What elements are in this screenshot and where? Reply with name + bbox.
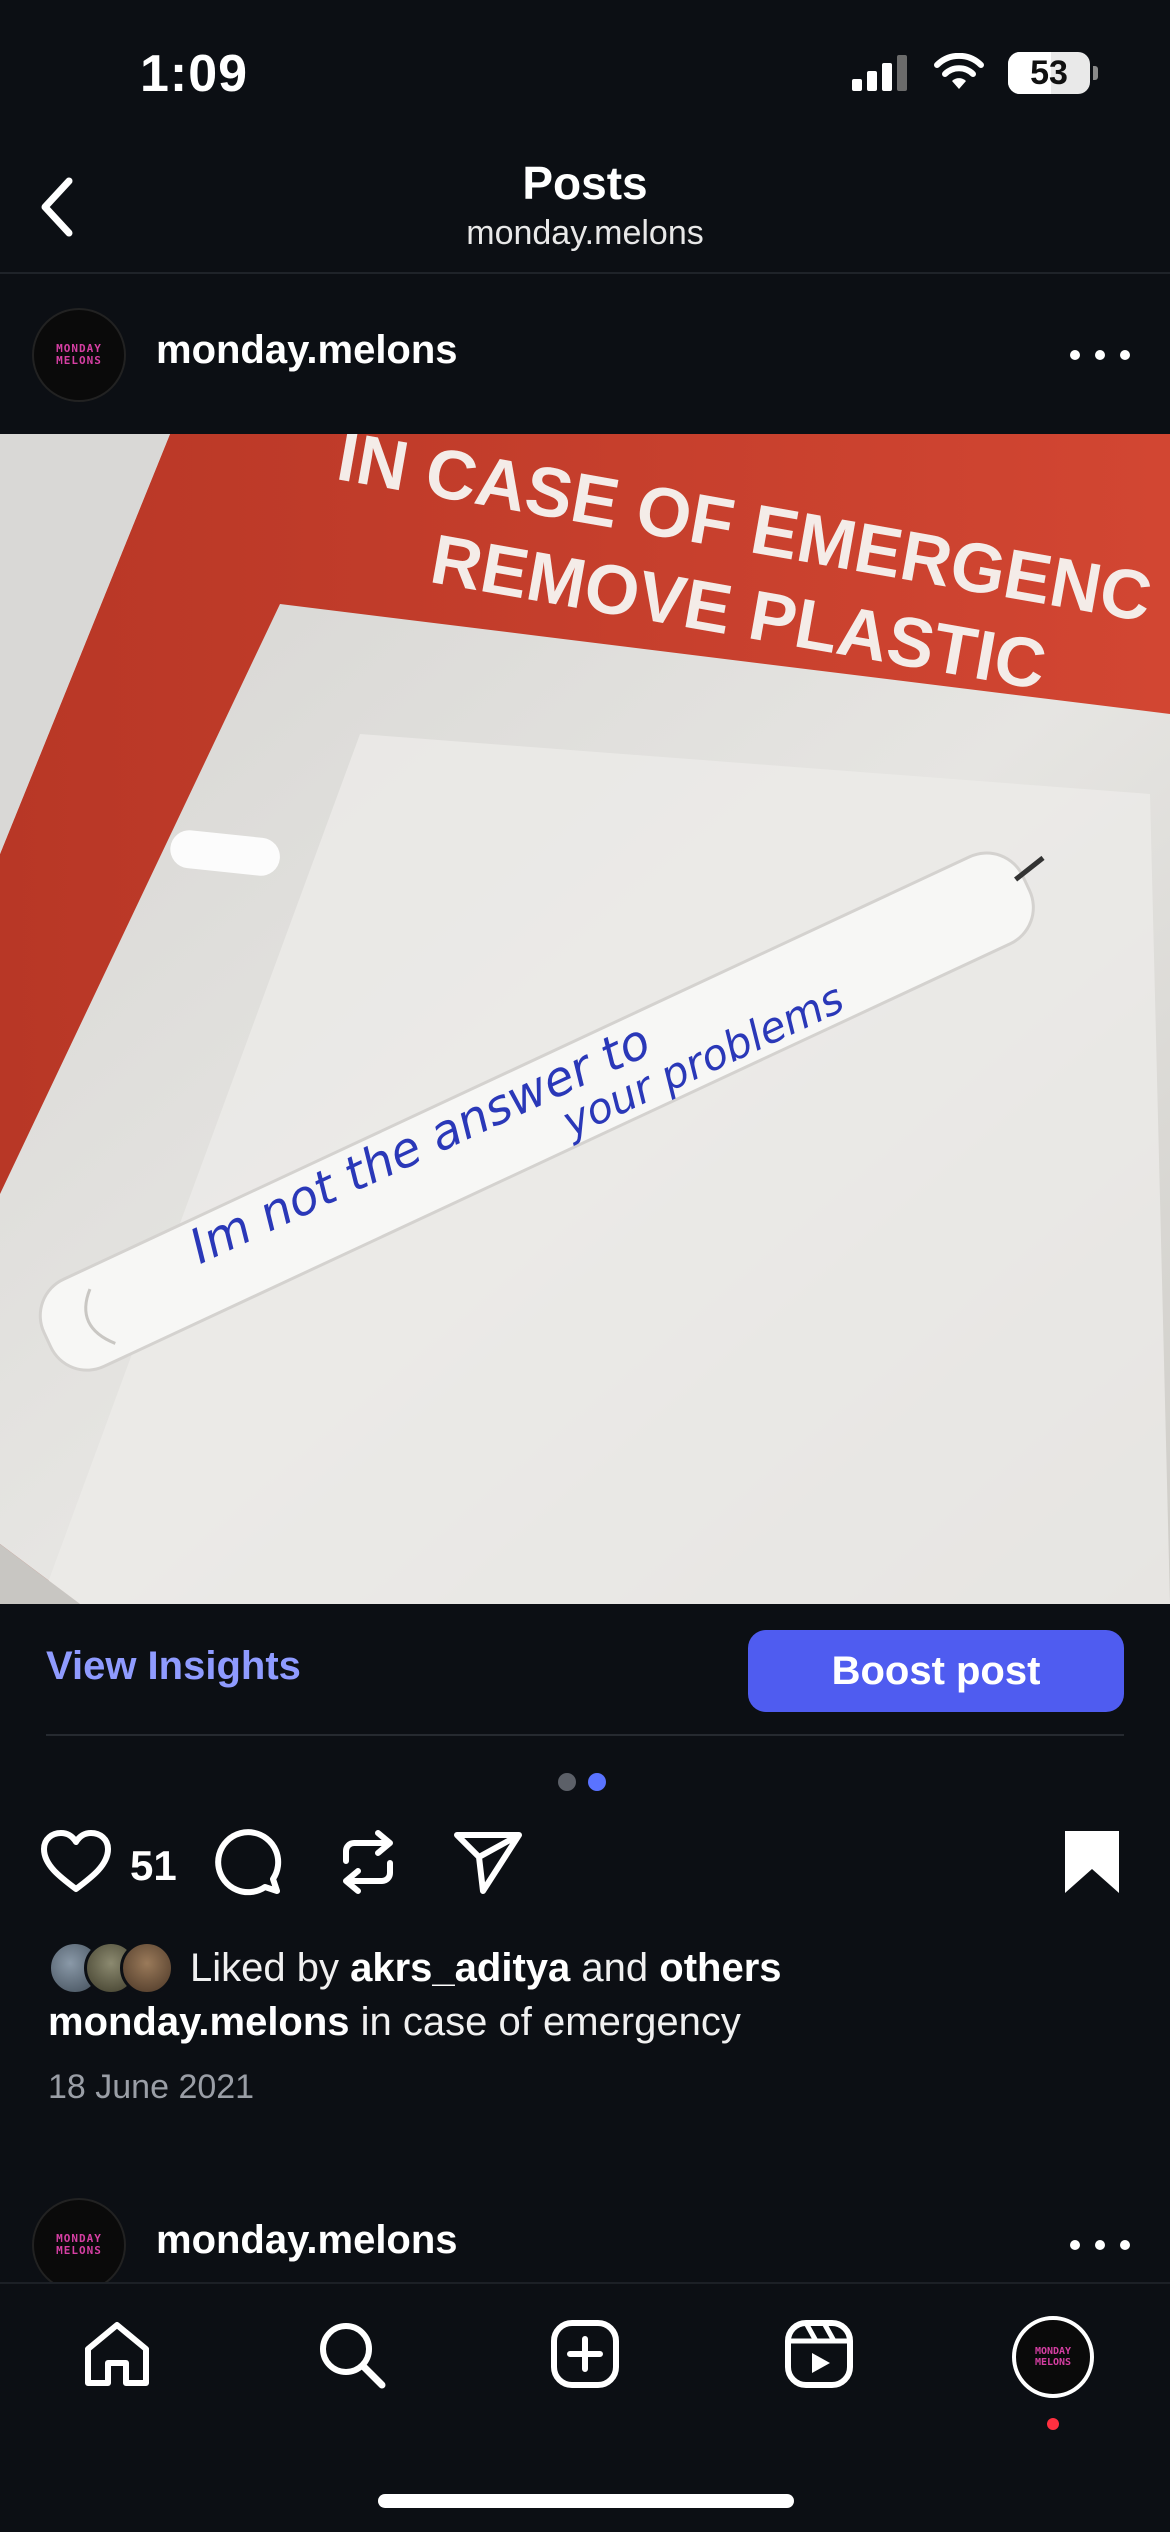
avatar-text-line2: MELONS <box>56 2244 102 2257</box>
profile-avatar-text-line2: MELONS <box>1034 2357 1072 2368</box>
status-icons: 53 <box>850 52 1098 94</box>
like-heart-icon[interactable] <box>38 1824 114 1900</box>
more-options-icon[interactable] <box>1070 335 1130 375</box>
wifi-icon <box>934 53 984 89</box>
notification-dot <box>1047 2418 1059 2430</box>
liked-by-prefix: Liked by <box>190 1945 339 1990</box>
cellular-signal-icon <box>852 55 907 91</box>
status-time: 1:09 <box>140 45 249 103</box>
liked-by-user[interactable]: akrs_aditya <box>350 1946 570 1990</box>
caption-username[interactable]: monday.melons <box>48 2000 350 2044</box>
home-indicator <box>378 2494 794 2508</box>
search-icon[interactable] <box>311 2314 391 2394</box>
divider <box>46 1734 1124 1736</box>
page-subtitle: monday.melons <box>466 214 704 252</box>
liker-avatar <box>120 1941 174 1995</box>
like-count[interactable]: 51 <box>130 1842 177 1890</box>
bookmark-icon[interactable] <box>1054 1824 1130 1900</box>
carousel-dot-1 <box>558 1773 576 1791</box>
post-actions: 51 <box>0 1820 1170 1910</box>
nav-header: Posts monday.melons <box>0 150 1170 274</box>
liked-by-line[interactable]: Liked by akrs_aditya and others <box>48 1938 782 1998</box>
post-photo: IN CASE OF EMERGENC REMOVE PLASTIC Im no… <box>0 434 1170 1604</box>
view-insights-link[interactable]: View Insights <box>46 1644 301 1689</box>
avatar-text-line2: MELONS <box>56 354 102 367</box>
boost-post-button[interactable]: Boost post <box>748 1630 1124 1712</box>
liked-by-and: and <box>581 1945 649 1990</box>
next-post-username[interactable]: monday.melons <box>156 2218 458 2263</box>
post-username[interactable]: monday.melons <box>156 328 458 373</box>
post-date: 18 June 2021 <box>48 2068 255 2106</box>
post-header: MONDAY MELONS monday.melons <box>0 300 1170 410</box>
reels-icon[interactable] <box>779 2314 859 2394</box>
profile-avatar-text-line1: MONDAY <box>1034 2346 1072 2357</box>
liked-by-text: Liked by akrs_aditya and others <box>190 1946 782 1991</box>
liker-avatars <box>48 1939 180 1997</box>
repost-icon[interactable] <box>330 1824 406 1900</box>
page-title: Posts <box>522 157 648 209</box>
insights-row: View Insights Boost post <box>0 1604 1170 1736</box>
post-image[interactable]: IN CASE OF EMERGENC REMOVE PLASTIC Im no… <box>0 434 1170 1604</box>
share-send-icon[interactable] <box>450 1824 526 1900</box>
comment-icon[interactable] <box>210 1824 286 1900</box>
caption-text: in case of emergency <box>360 2000 741 2044</box>
carousel-dot-2 <box>588 1773 606 1791</box>
status-bar: 1:09 53 <box>0 0 1170 150</box>
battery-percentage: 53 <box>1030 53 1068 92</box>
home-icon[interactable] <box>77 2314 157 2394</box>
post-caption: monday.melons in case of emergency <box>48 2000 741 2045</box>
avatar[interactable]: MONDAY MELONS <box>32 2198 126 2292</box>
battery-icon: 53 <box>1008 52 1098 94</box>
carousel-indicator <box>558 1773 606 1791</box>
create-icon[interactable] <box>545 2314 625 2394</box>
avatar[interactable]: MONDAY MELONS <box>32 308 126 402</box>
profile-tab-avatar[interactable]: MONDAY MELONS <box>1012 2316 1094 2398</box>
more-options-icon[interactable] <box>1070 2225 1130 2265</box>
liked-by-others[interactable]: others <box>659 1946 781 1990</box>
